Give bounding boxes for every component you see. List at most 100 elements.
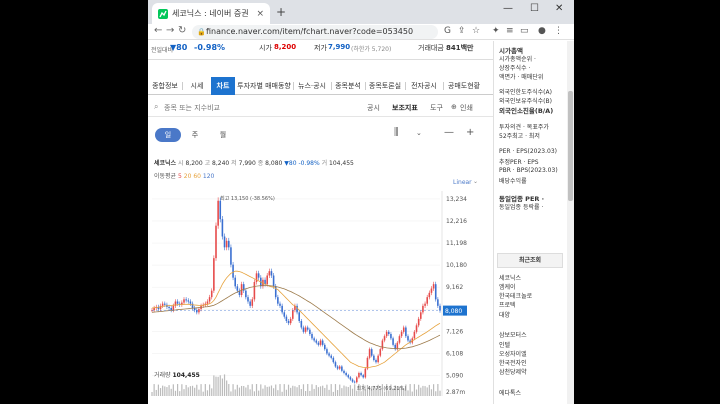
candle-body — [183, 299, 185, 303]
candle-body — [164, 303, 166, 305]
bookmark-star-icon[interactable]: ☆ — [472, 26, 480, 36]
page-scrollbar[interactable] — [567, 41, 574, 404]
share-icon[interactable]: ⇪ — [458, 26, 466, 36]
stock-name: 세코닉스 — [154, 160, 177, 167]
candle-body — [319, 340, 322, 345]
candle-body — [422, 305, 424, 313]
candle-body — [388, 331, 390, 334]
back-button[interactable]: ← — [154, 25, 162, 36]
reading-list-icon[interactable]: ≡ — [506, 26, 514, 36]
recent-item[interactable]: 오성자이엘 — [499, 349, 527, 358]
candle-body — [424, 303, 426, 306]
recent-item[interactable]: 세코닉스 — [499, 273, 521, 282]
divider — [443, 82, 444, 90]
browser-tab[interactable]: 세코닉스 : 네이버 증권 × — [152, 3, 270, 24]
volume-bar — [230, 391, 232, 396]
low-key: 저 — [231, 160, 237, 167]
volume-bar — [202, 391, 204, 396]
tab-news[interactable]: 뉴스·공시 — [295, 77, 329, 95]
recent-item[interactable]: 삼천당제약 — [499, 367, 527, 376]
forward-button[interactable]: → — [166, 25, 174, 36]
scrollbar-thumb[interactable] — [568, 91, 573, 201]
scale-mode-toggle[interactable]: Linear — [453, 179, 472, 186]
candle-body — [311, 334, 313, 339]
extensions-icon[interactable]: ✦ — [492, 26, 500, 36]
recent-item[interactable]: 한국전자인 — [499, 358, 527, 367]
volume-bar — [187, 387, 189, 396]
print-icon[interactable]: ⊕ — [451, 103, 457, 111]
candle-body — [272, 275, 275, 287]
tab-investor-trading[interactable]: 투자자별 매매동향 — [237, 77, 291, 95]
minimize-button[interactable]: — — [503, 3, 513, 14]
tools-link[interactable]: 도구 — [430, 103, 443, 113]
price-chart[interactable]: 5,0906,1087,1268,1449,16210,18011,19812,… — [148, 186, 493, 396]
recent-item[interactable]: 한국테크놀로 — [499, 291, 532, 300]
volume-bar — [168, 385, 170, 396]
volume-bar — [177, 384, 179, 396]
candle-body — [309, 329, 311, 334]
chevron-down-icon[interactable]: ⌄ — [416, 129, 422, 137]
zoom-in-icon[interactable]: + — [466, 127, 474, 138]
volume-bar — [219, 375, 221, 396]
candle-body — [221, 219, 224, 237]
url-field[interactable]: 🔒 finance.naver.com/item/fchart.naver?co… — [192, 25, 438, 39]
tab-quote[interactable]: 시세 — [184, 77, 210, 95]
period-week[interactable]: 주 — [188, 128, 202, 142]
candle-body — [428, 292, 431, 298]
candle-body — [257, 273, 260, 278]
recent-item[interactable]: 프로텍 — [499, 300, 516, 309]
compare-search-input[interactable] — [164, 102, 304, 114]
candle-body — [324, 344, 326, 350]
new-tab-button[interactable]: + — [276, 5, 286, 19]
ma-120[interactable]: 120 — [203, 173, 214, 180]
recent-item[interactable]: 대양 — [499, 310, 510, 319]
period-day[interactable]: 일 — [155, 128, 181, 142]
tab-disclosure[interactable]: 전자공시 — [407, 77, 441, 95]
google-icon[interactable]: G — [444, 26, 451, 36]
divider — [148, 59, 493, 60]
volume-bar — [155, 389, 157, 396]
tab-close-icon[interactable]: × — [256, 9, 264, 19]
recent-item[interactable]: 삼보모터스 — [499, 330, 527, 339]
sidebar-cap-rank: 시가총액순위 · — [499, 56, 536, 63]
reload-button[interactable]: ↻ — [178, 25, 186, 36]
tab-analysis[interactable]: 종목분석 — [333, 77, 363, 95]
divider — [405, 82, 406, 90]
price-bar: 전일대비 ▼80 -0.98% 시가 8,200 저가 7,990 (하한가 5… — [148, 41, 488, 57]
period-toggle: 일 주 월 ⫼ ⌄ — + — [148, 127, 493, 143]
ma-5[interactable]: 5 — [178, 173, 182, 180]
current-price-label: 8,080 — [445, 308, 462, 315]
maximize-button[interactable]: ☐ — [530, 3, 539, 14]
recent-item[interactable]: 에다톡스 — [499, 388, 521, 397]
volume-bar — [209, 384, 211, 396]
recent-views-header[interactable]: 최근조회 — [497, 253, 563, 268]
recent-item[interactable]: 엠케이 — [499, 282, 516, 291]
tab-short-selling[interactable]: 공매도현황 — [445, 77, 483, 95]
print-link[interactable]: 인쇄 — [460, 103, 473, 113]
candlestick-icon[interactable]: ⫼ — [394, 127, 399, 138]
profile-avatar-icon[interactable]: ● — [538, 26, 546, 36]
disclosure-link[interactable]: 공시 — [367, 103, 380, 113]
volume-bar — [157, 384, 159, 396]
tab-discussion[interactable]: 종목토론실 — [367, 77, 403, 95]
period-month[interactable]: 월 — [216, 128, 230, 142]
side-panel-icon[interactable]: ▭ — [520, 26, 529, 36]
chevron-down-icon[interactable]: ⌄ — [473, 178, 478, 185]
ma-20[interactable]: 20 — [184, 173, 192, 180]
recent-item[interactable]: 인텔 — [499, 340, 510, 349]
divider — [182, 82, 183, 90]
candle-body — [326, 349, 328, 354]
candle-body — [292, 310, 294, 319]
candle-body — [364, 368, 367, 378]
zoom-out-icon[interactable]: — — [444, 127, 454, 138]
tab-summary[interactable]: 종합정보 — [150, 77, 180, 95]
candle-body — [234, 277, 236, 287]
menu-icon[interactable]: ⋮ — [554, 26, 563, 36]
indicator-link[interactable]: 보조지표 — [392, 103, 418, 113]
ma-60[interactable]: 60 — [193, 173, 201, 180]
close-key: 종 — [257, 160, 264, 167]
tab-chart[interactable]: 차트 — [211, 77, 235, 95]
volume-bar — [204, 384, 206, 396]
candle-body — [417, 318, 420, 326]
close-window-button[interactable]: ✕ — [555, 3, 563, 14]
